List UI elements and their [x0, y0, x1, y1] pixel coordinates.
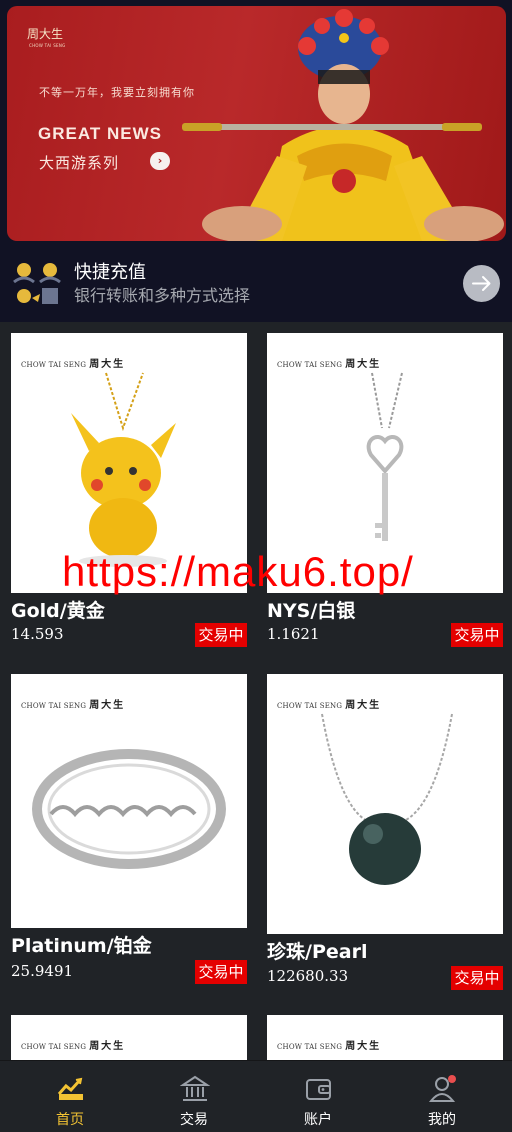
product-price: 1.1621 — [267, 625, 320, 643]
product-image: CHOW TAI SENG 周大生 — [267, 674, 503, 934]
brand-label: CHOW TAI SENG 周大生 — [277, 359, 382, 370]
tab-label: 首页 — [56, 1112, 84, 1128]
tab-label: 交易 — [180, 1112, 208, 1128]
product-name: Gold/黄金 — [11, 600, 105, 622]
product-price: 122680.33 — [267, 967, 349, 985]
chart-icon — [57, 1077, 83, 1100]
product-card-gold[interactable]: CHOW TAI SENG 周大生 Gold/黄金 14.593 交易中 — [11, 333, 247, 653]
product-image: CHOW TAI SENG 周大生 — [11, 674, 247, 928]
product-grid: CHOW TAI SENG 周大生 Gold/黄金 14.593 交易中 CHO… — [0, 322, 512, 1060]
quick-recharge[interactable]: 快捷充值 银行转账和多种方式选择 — [0, 248, 512, 322]
product-price: 14.593 — [11, 625, 64, 643]
banner-arrow-button[interactable]: › — [150, 152, 170, 170]
recharge-icon — [13, 263, 61, 304]
tab-account[interactable]: 账户 — [254, 1061, 382, 1132]
banner-logo: 周大生 — [27, 27, 64, 41]
product-name: Platinum/铂金 — [11, 935, 152, 957]
banner-model-image — [182, 9, 504, 241]
tab-mine[interactable]: 我的 — [378, 1061, 506, 1132]
bottom-tab-bar: 首页 交易 账户 我的 — [0, 1060, 512, 1132]
wallet-icon — [306, 1079, 331, 1100]
product-name: NYS/白银 — [267, 600, 356, 622]
bank-icon — [180, 1075, 210, 1101]
product-card-partial[interactable]: CHOW TAI SENG 周大生 — [267, 1015, 503, 1060]
banner-logo-sub: CHOW TAI SENG — [29, 43, 66, 48]
tab-label: 账户 — [304, 1112, 332, 1128]
brand-label: CHOW TAI SENG 周大生 — [21, 700, 126, 711]
status-badge: 交易中 — [451, 623, 503, 647]
banner-series: 大西游系列 — [39, 154, 120, 172]
brand-label: CHOW TAI SENG 周大生 — [277, 1041, 382, 1052]
pearl-necklace-image — [321, 713, 453, 885]
user-icon — [428, 1075, 456, 1102]
product-card-platinum[interactable]: CHOW TAI SENG 周大生 Platinum/铂金 25.9491 交易中 — [11, 674, 247, 994]
product-card-partial[interactable]: CHOW TAI SENG 周大生 — [11, 1015, 247, 1060]
brand-label: CHOW TAI SENG 周大生 — [21, 1041, 126, 1052]
product-card-silver[interactable]: CHOW TAI SENG 周大生 NYS/白银 1.1621 交易中 — [267, 333, 503, 653]
brand-label: CHOW TAI SENG 周大生 — [21, 359, 126, 370]
brand-label: CHOW TAI SENG 周大生 — [277, 700, 382, 711]
tab-label: 我的 — [428, 1112, 456, 1128]
promo-banner[interactable]: 周大生 CHOW TAI SENG 不等一万年，我要立刻拥有你 GREAT NE… — [7, 6, 506, 241]
status-badge: 交易中 — [451, 966, 503, 990]
product-price: 25.9491 — [11, 962, 74, 980]
quick-recharge-subtitle: 银行转账和多种方式选择 — [74, 286, 251, 305]
quick-recharge-title: 快捷充值 — [74, 262, 146, 283]
product-name: 珍珠/Pearl — [267, 941, 368, 963]
tab-home[interactable]: 首页 — [6, 1061, 134, 1132]
status-badge: 交易中 — [195, 960, 247, 984]
product-card-pearl[interactable]: CHOW TAI SENG 周大生 珍珠/Pearl 122680.33 交易中 — [267, 674, 503, 994]
heart-ring-image — [32, 749, 226, 869]
tab-trade[interactable]: 交易 — [130, 1061, 258, 1132]
top-area: 周大生 CHOW TAI SENG 不等一万年，我要立刻拥有你 GREAT NE… — [0, 0, 512, 322]
product-image: CHOW TAI SENG 周大生 — [11, 1015, 247, 1060]
watermark-text: https://maku6.top/ — [62, 548, 414, 595]
app-page: 周大生 CHOW TAI SENG 不等一万年，我要立刻拥有你 GREAT NE… — [0, 0, 512, 1132]
status-badge: 交易中 — [195, 623, 247, 647]
product-image: CHOW TAI SENG 周大生 — [267, 1015, 503, 1060]
banner-headline: GREAT NEWS — [38, 124, 162, 143]
arrow-right-icon[interactable] — [463, 265, 500, 302]
